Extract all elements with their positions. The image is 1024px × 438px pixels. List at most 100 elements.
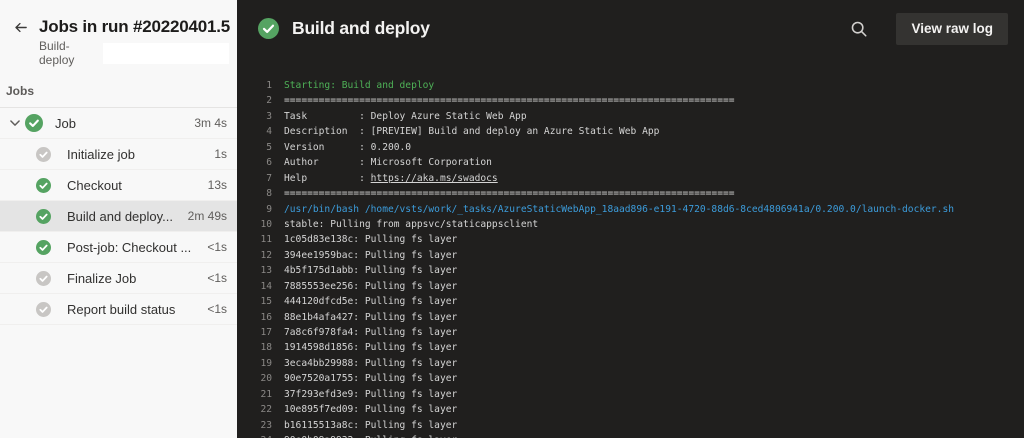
log-line: 4 Description : [PREVIEW] Build and deplo… xyxy=(250,124,1024,139)
log-text: Author : Microsoft Corporation xyxy=(284,157,492,169)
neutral-check-icon xyxy=(36,270,51,286)
log-text: 1914598d1856: Pulling fs layer xyxy=(284,342,458,354)
job-label: Initialize job xyxy=(67,146,135,162)
line-number[interactable]: 20 xyxy=(250,371,272,386)
log-line: 14 7885553ee256: Pulling fs layer xyxy=(250,279,1024,294)
log-line: 1 Starting: Build and deploy xyxy=(250,78,1024,93)
app-container: Jobs in run #20220401.5 Build-deploy Job… xyxy=(0,0,1024,438)
view-raw-log-button[interactable]: View raw log xyxy=(896,12,1008,45)
line-number[interactable]: 5 xyxy=(250,140,272,155)
job-duration: 13s xyxy=(207,178,227,192)
jobs-list: Job 3m 4s Initialize job 1s Checkout 13s Build… xyxy=(0,108,237,325)
log-line: 5 Version : 0.200.0 xyxy=(250,140,1024,155)
chevron-down-icon[interactable] xyxy=(8,116,22,130)
line-number[interactable]: 7 xyxy=(250,171,272,186)
log-text: ========================================… xyxy=(284,95,735,107)
success-check-icon xyxy=(36,208,51,224)
job-row[interactable]: Post-job: Checkout ... <1s xyxy=(0,232,237,263)
job-row[interactable]: Report build status <1s xyxy=(0,294,237,325)
job-label: Post-job: Checkout ... xyxy=(67,239,192,255)
job-label: Build and deploy... xyxy=(67,208,173,224)
line-number[interactable]: 24 xyxy=(250,433,272,438)
log-text: 88e1b4afa427: Pulling fs layer xyxy=(284,311,458,323)
line-number[interactable]: 15 xyxy=(250,294,272,309)
job-row[interactable]: Checkout 13s xyxy=(0,170,237,201)
log-text: 10e895f7ed09: Pulling fs layer xyxy=(284,404,458,416)
job-row[interactable]: Build and deploy... 2m 49s xyxy=(0,201,237,232)
job-label: Finalize Job xyxy=(67,270,137,286)
log-link[interactable]: https://aka.ms/swadocs xyxy=(371,173,498,184)
log-text: b16115513a8c: Pulling fs layer xyxy=(284,419,458,431)
line-number[interactable]: 17 xyxy=(250,325,272,340)
back-button[interactable] xyxy=(10,16,30,38)
job-duration: 3m 4s xyxy=(194,116,227,130)
search-button[interactable] xyxy=(848,18,870,40)
neutral-check-icon xyxy=(36,146,51,162)
line-number[interactable]: 22 xyxy=(250,402,272,417)
line-number[interactable]: 9 xyxy=(250,202,272,217)
redacted-text xyxy=(103,42,229,64)
back-arrow-icon xyxy=(14,22,27,32)
job-row[interactable]: Job 3m 4s xyxy=(0,108,237,139)
success-check-icon xyxy=(25,114,43,132)
line-number[interactable]: 2 xyxy=(250,93,272,108)
log-line: 10 stable: Pulling from appsvc/staticapps… xyxy=(250,217,1024,232)
log-line: 17 7a8c6f978fa4: Pulling fs layer xyxy=(250,325,1024,340)
log-text: /usr/bin/bash /home/vsts/work/_tasks/Azu… xyxy=(284,203,955,215)
log-line: 9/usr/bin/bash /home/vsts/work/_tasks/Az… xyxy=(250,202,1024,217)
log-text: 4b5f175d1abb: Pulling fs layer xyxy=(284,265,458,277)
sidebar-header: Jobs in run #20220401.5 Build-deploy xyxy=(0,0,237,67)
log-line: 15 444120dfcd5e: Pulling fs layer xyxy=(250,294,1024,309)
log-text: 7a8c6f978fa4: Pulling fs layer xyxy=(284,327,458,338)
log-line: 2 =======================================… xyxy=(250,93,1024,108)
line-number[interactable]: 6 xyxy=(250,155,272,170)
log-text: 3eca4bb29988: Pulling fs layer xyxy=(284,357,458,369)
line-number[interactable]: 18 xyxy=(250,340,272,355)
log-line: 24 90e0b09a9932: Pulling fs layer xyxy=(250,433,1024,438)
log-text: ========================================… xyxy=(284,188,735,200)
line-number[interactable]: 1 xyxy=(250,78,272,93)
job-row[interactable]: Initialize job 1s xyxy=(0,139,237,170)
log-text: 7885553ee256: Pulling fs layer xyxy=(284,280,458,292)
line-number[interactable]: 12 xyxy=(250,248,272,263)
neutral-check-icon xyxy=(36,301,51,317)
line-number[interactable]: 11 xyxy=(250,232,272,247)
log-text: 1c05d83e138c: Pulling fs layer xyxy=(284,234,458,246)
success-check-icon xyxy=(258,18,279,39)
sidebar: Jobs in run #20220401.5 Build-deploy Job… xyxy=(0,0,237,438)
log-line: 23 b16115513a8c: Pulling fs layer xyxy=(250,418,1024,433)
line-number[interactable]: 3 xyxy=(250,109,272,124)
page-subtitle: Build-deploy xyxy=(39,39,75,67)
job-duration: 2m 49s xyxy=(187,209,227,223)
log-line: 13 4b5f175d1abb: Pulling fs layer xyxy=(250,263,1024,278)
line-number[interactable]: 14 xyxy=(250,279,272,294)
log-text: 394ee1959bac: Pulling fs layer xyxy=(284,249,458,261)
log-text: 444120dfcd5e: Pulling fs layer xyxy=(284,296,458,308)
log-text: 90e0b09a9932: Pulling fs layer xyxy=(284,433,457,438)
line-number[interactable]: 8 xyxy=(250,186,272,201)
log-text: 37f293efd3e9: Pulling fs layer xyxy=(284,388,458,400)
line-number[interactable]: 16 xyxy=(250,310,272,325)
page-title: Jobs in run #20220401.5 xyxy=(39,17,231,36)
log-line: 3 Task : Deploy Azure Static Web App xyxy=(250,109,1024,124)
jobs-section-label: Jobs xyxy=(0,84,237,108)
job-row[interactable]: Finalize Job <1s xyxy=(0,263,237,294)
job-duration: <1s xyxy=(207,302,227,316)
log-line: 7 Help : https://aka.ms/swadocs xyxy=(250,171,1024,186)
line-number[interactable]: 21 xyxy=(250,387,272,402)
log-line: 19 3eca4bb29988: Pulling fs layer xyxy=(250,356,1024,371)
line-number[interactable]: 10 xyxy=(250,217,272,232)
search-icon xyxy=(852,21,868,37)
log-text: 90e7520a1755: Pulling fs layer xyxy=(284,373,458,385)
log-line: 16 88e1b4afa427: Pulling fs layer xyxy=(250,310,1024,325)
success-check-icon xyxy=(36,177,51,193)
line-number[interactable]: 4 xyxy=(250,124,272,139)
line-number[interactable]: 13 xyxy=(250,263,272,278)
log-line: 12 394ee1959bac: Pulling fs layer xyxy=(250,248,1024,263)
job-duration: <1s xyxy=(207,240,227,254)
log-text: Description : [PREVIEW] Build and deploy… xyxy=(284,126,660,138)
log-text: Help : https://aka.ms/swadocs xyxy=(284,172,498,184)
line-number[interactable]: 19 xyxy=(250,356,272,371)
line-number[interactable]: 23 xyxy=(250,418,272,433)
log-line: 20 90e7520a1755: Pulling fs layer xyxy=(250,371,1024,386)
